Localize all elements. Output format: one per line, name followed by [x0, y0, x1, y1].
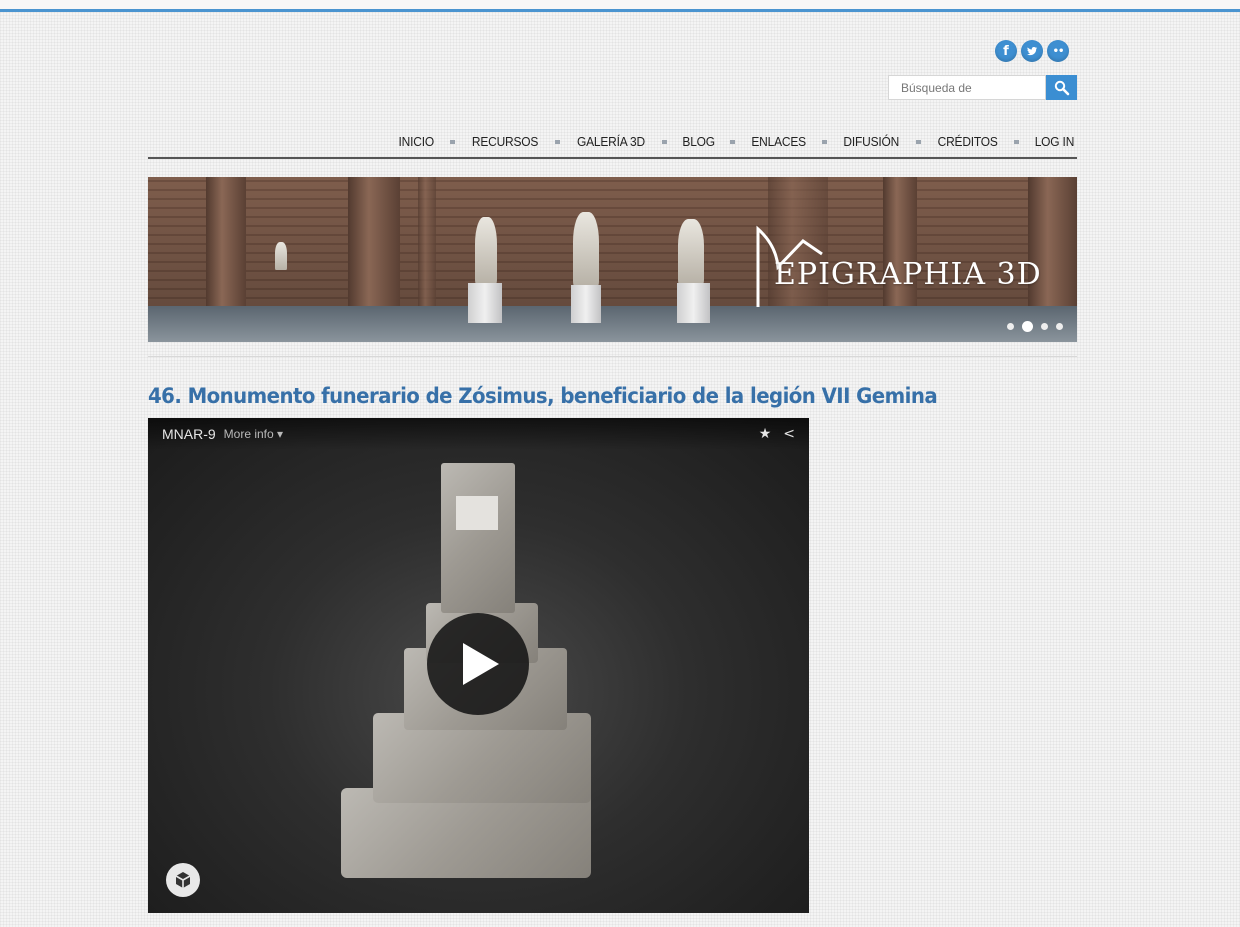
twitter-bird	[1027, 46, 1038, 56]
search-form	[888, 75, 1077, 100]
nav-item-difusion[interactable]: DIFUSIÓN	[844, 134, 900, 149]
banner-logo-text: EPIGRAPHIA 3D	[774, 257, 1042, 292]
play-button[interactable]	[427, 613, 529, 715]
viewer-header: MNAR-9 More info ▾	[148, 418, 809, 450]
facebook-icon[interactable]: f	[995, 40, 1017, 62]
slider-dot[interactable]	[1007, 323, 1014, 330]
facebook-glyph: f	[1003, 43, 1009, 59]
statue-figure	[573, 212, 599, 287]
nav-item-recursos[interactable]: RECURSOS	[472, 134, 538, 149]
nav-separator	[822, 139, 828, 144]
nav-separator	[449, 139, 455, 144]
statue-figure	[678, 219, 704, 285]
nav-item-galeria-3d[interactable]: GALERÍA 3D	[577, 134, 645, 149]
monument-shaft	[441, 463, 515, 613]
post-title[interactable]: 46. Monumento funerario de Zósimus, bene…	[148, 384, 938, 408]
nav-underline	[148, 157, 1077, 159]
content-separator	[148, 356, 1077, 357]
nav-item-blog[interactable]: BLOG	[682, 134, 715, 149]
twitter-icon[interactable]	[1021, 40, 1043, 62]
sketchfab-viewer[interactable]: MNAR-9 More info ▾ ★ <	[148, 418, 809, 913]
statue-pedestal	[677, 283, 710, 323]
statue-pedestal	[571, 285, 601, 323]
model-title[interactable]: MNAR-9	[162, 426, 216, 442]
slider-pagination	[1007, 321, 1063, 332]
nav-item-enlaces[interactable]: ENLACES	[751, 134, 806, 149]
inscription-plaque	[456, 496, 498, 530]
search-button[interactable]	[1046, 75, 1077, 100]
statue-figure	[475, 217, 497, 285]
slider-dot[interactable]	[1041, 323, 1048, 330]
nav-separator	[661, 139, 667, 144]
flickr-glyph: ••	[1052, 45, 1065, 57]
search-input[interactable]	[888, 75, 1046, 100]
social-links: f ••	[995, 40, 1069, 62]
more-info-toggle[interactable]: More info ▾	[224, 427, 283, 441]
nav-item-creditos[interactable]: CRÉDITOS	[937, 134, 997, 149]
sketchfab-cube-icon	[175, 872, 191, 888]
nav-item-log-in[interactable]: LOG IN	[1035, 134, 1075, 149]
nav-item-inicio[interactable]: INICIO	[399, 134, 435, 149]
sketchfab-logo[interactable]	[166, 863, 200, 897]
nav-separator	[915, 139, 921, 144]
top-accent-bar	[0, 0, 1240, 12]
nav-separator	[729, 139, 735, 144]
slider-dot[interactable]	[1056, 323, 1063, 330]
nav-separator	[554, 139, 560, 144]
slider-dot-active[interactable]	[1022, 321, 1033, 332]
viewer-actions: ★ <	[759, 426, 795, 442]
play-icon	[463, 643, 499, 685]
statue-figure	[275, 242, 287, 270]
hero-slider[interactable]: EPIGRAPHIA 3D	[148, 177, 1077, 342]
search-icon	[1054, 80, 1069, 95]
main-nav: INICIO RECURSOS GALERÍA 3D BLOG ENLACES …	[397, 134, 1076, 149]
banner-floor	[148, 306, 1077, 342]
statue-pedestal	[468, 283, 502, 323]
flickr-icon[interactable]: ••	[1047, 40, 1069, 62]
nav-separator	[1014, 139, 1020, 144]
share-icon[interactable]: <	[783, 426, 795, 442]
star-icon[interactable]: ★	[759, 426, 772, 442]
